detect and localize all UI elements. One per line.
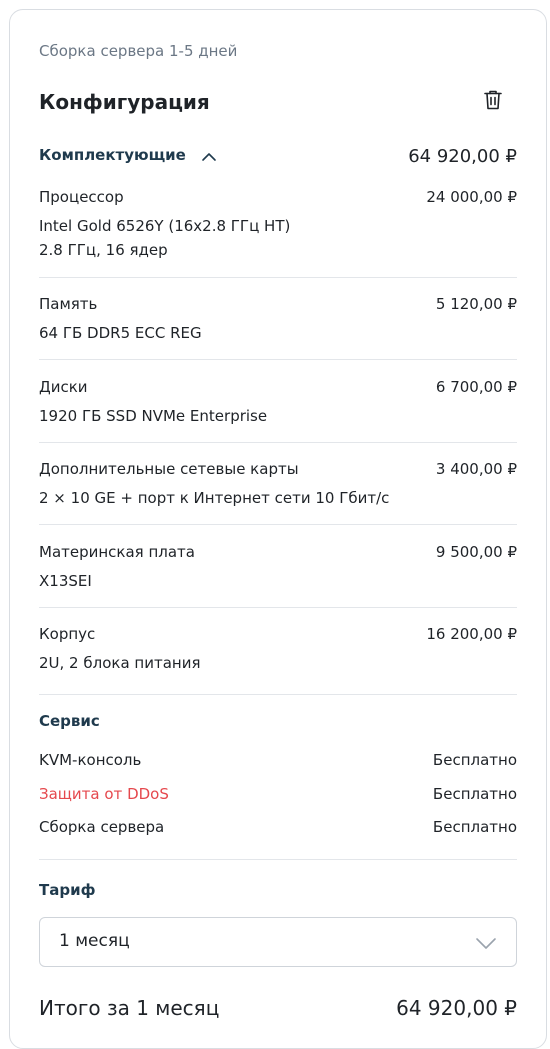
total-label: Итого за 1 месяц: [39, 996, 220, 1020]
service-section-title: Сервис: [39, 712, 100, 730]
divider: [39, 442, 517, 443]
component-price-motherboard: 9 500,00 ₽: [435, 543, 517, 561]
tariff-selected-value: 1 месяц: [59, 931, 130, 951]
chevron-down-icon: [475, 934, 497, 952]
component-value-disks: 1920 ГБ SSD NVMe Enterprise: [39, 407, 268, 425]
service-label-kvm: KVM-консоль: [39, 751, 142, 769]
component-label-memory: Память: [39, 295, 98, 313]
component-value-cpu-details: 2.8 ГГц, 16 ядер: [39, 241, 168, 259]
component-label-chassis: Корпус: [39, 625, 96, 643]
divider: [39, 859, 517, 860]
component-value-network: 2 × 10 GE + порт к Интернет сети 10 Гбит…: [39, 489, 390, 507]
chevron-up-icon[interactable]: [200, 148, 218, 166]
component-price-memory: 5 120,00 ₽: [435, 295, 517, 313]
component-price-network: 3 400,00 ₽: [435, 460, 517, 478]
divider: [39, 524, 517, 525]
component-value-motherboard: X13SEI: [39, 572, 92, 590]
service-value-ddos: Бесплатно: [432, 785, 517, 803]
component-value-cpu: Intel Gold 6526Y (16x2.8 ГГц HT): [39, 217, 291, 235]
service-value-kvm: Бесплатно: [432, 751, 517, 769]
divider: [39, 694, 517, 695]
assembly-time-note: Сборка сервера 1-5 дней: [39, 42, 238, 60]
section-title: Конфигурация: [39, 90, 210, 114]
total-price: 64 920,00 ₽: [396, 996, 517, 1020]
component-label-motherboard: Материнская плата: [39, 543, 195, 561]
service-label-ddos[interactable]: Защита от DDoS: [39, 785, 169, 803]
component-label-disks: Диски: [39, 378, 88, 396]
configuration-card: Сборка сервера 1-5 дней Конфигурация Ком…: [9, 9, 547, 1049]
component-price-chassis: 16 200,00 ₽: [426, 625, 517, 643]
divider: [39, 277, 517, 278]
component-value-chassis: 2U, 2 блока питания: [39, 654, 201, 672]
components-total-price: 64 920,00 ₽: [408, 146, 517, 167]
component-price-cpu: 24 000,00 ₽: [426, 188, 517, 206]
tariff-title: Тариф: [39, 881, 96, 899]
service-label-assembly: Сборка сервера: [39, 818, 165, 836]
component-label-network: Дополнительные сетевые карты: [39, 460, 299, 478]
divider: [39, 359, 517, 360]
trash-icon[interactable]: [482, 88, 504, 112]
component-price-disks: 6 700,00 ₽: [435, 378, 517, 396]
components-toggle-label[interactable]: Комплектующие: [39, 146, 186, 164]
component-label-cpu: Процессор: [39, 188, 124, 206]
service-value-assembly: Бесплатно: [432, 818, 517, 836]
tariff-select[interactable]: 1 месяц: [39, 917, 517, 967]
component-value-memory: 64 ГБ DDR5 ECC REG: [39, 324, 202, 342]
divider: [39, 607, 517, 608]
